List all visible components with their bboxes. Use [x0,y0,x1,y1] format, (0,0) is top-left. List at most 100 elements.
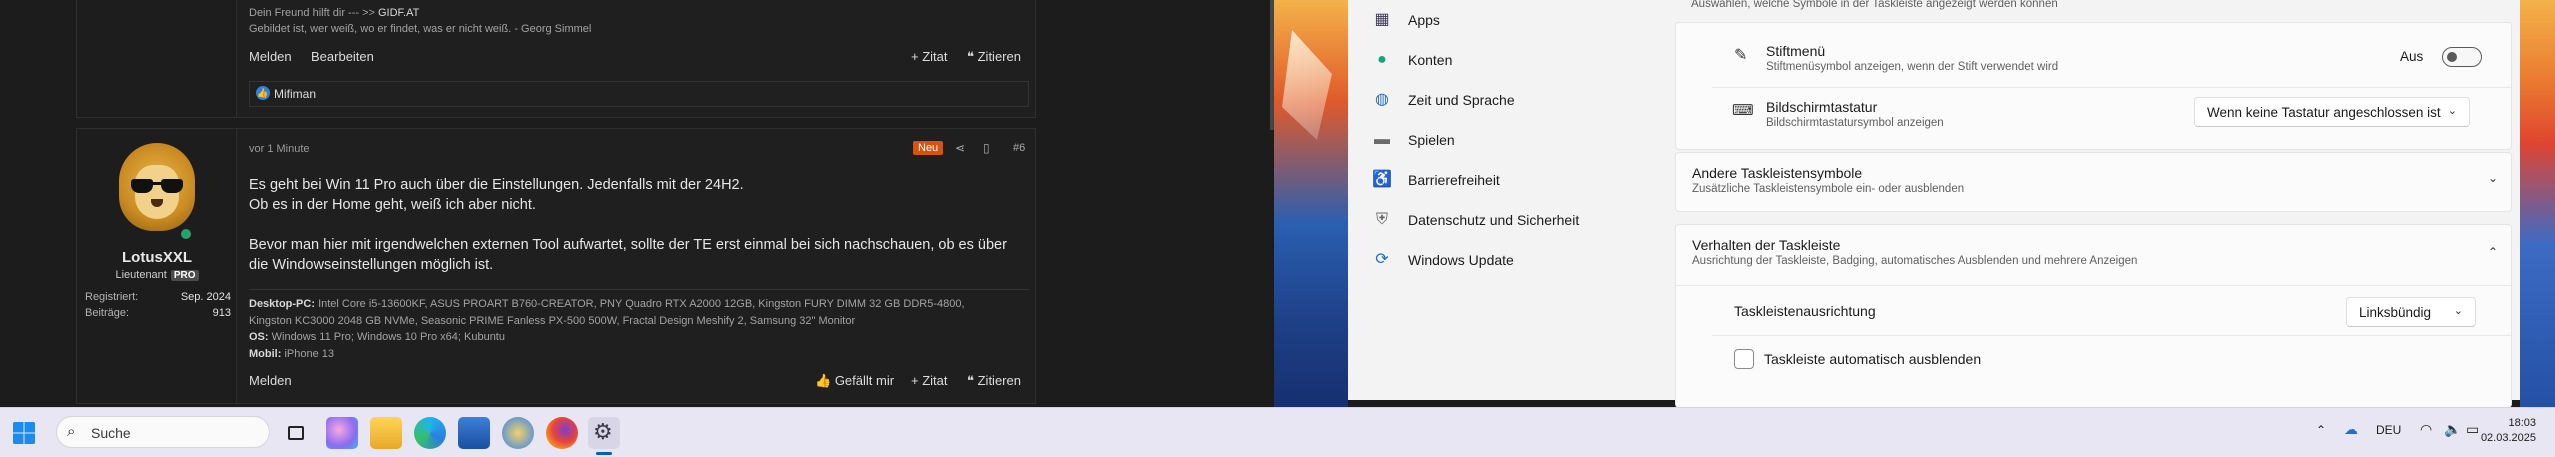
wifi-icon[interactable]: ◠ [2420,421,2432,438]
post-timestamp[interactable]: vor 1 Minute [249,143,310,155]
reaction-user[interactable]: Mifiman [274,87,316,101]
nav-item-time-language[interactable]: ◍ Zeit und Sprache [1372,86,1652,116]
edit-button[interactable]: Bearbeiten [311,49,374,64]
update-icon: ⟳ [1375,251,1389,268]
settings-app-icon[interactable]: ⚙ [588,417,620,449]
dropdown-value: Linksbündig [2359,305,2432,320]
cite-button[interactable]: ❝ Zitieren [967,49,1021,65]
clock[interactable]: 18:03 02.03.2025 [2476,416,2536,446]
sunglasses [131,179,183,193]
share-icon[interactable]: ⋖ [955,141,965,155]
signature-text: Dein Freund hilft dir --- >> [249,7,375,19]
clock-time: 18:03 [2508,417,2536,429]
cite-button[interactable]: ❝ Zitieren [967,373,1021,389]
signature-quote: Gebildet ist, wer weiß, wo er findet, wa… [249,23,592,35]
edge-icon[interactable] [414,417,446,449]
keyboard-icon: ⌨ [1732,102,1754,119]
section-hint: Auswählen, welche Symbole in der Tasklei… [1691,0,2058,10]
previous-post-author-column [77,0,237,117]
chevron-up-icon[interactable]: ⌃ [2316,423,2326,437]
author-name[interactable]: LotusXXL [77,249,237,266]
previous-post-signature: Dein Freund hilft dir --- >> GIDF.AT Geb… [249,5,591,37]
stat-value: Sep. 2024 [180,291,231,303]
volume-icon[interactable]: 🔈 [2444,421,2461,438]
store-icon[interactable] [458,417,490,449]
cite-icon: ❝ [967,49,978,64]
nav-label: Apps [1408,12,1440,28]
app-icon[interactable] [502,417,534,449]
nav-item-accounts[interactable]: ● Konten [1372,46,1652,76]
stat-label: Registriert: [85,291,139,303]
onedrive-icon[interactable]: ☁ [2344,421,2358,438]
globe-clock-icon: ◍ [1375,91,1389,108]
file-explorer-icon[interactable] [370,417,402,449]
cite-label: Zitieren [977,49,1021,64]
quote-button[interactable]: + Zitat [911,49,948,64]
bookmark-icon[interactable]: ▯ [983,141,990,155]
report-button[interactable]: Melden [249,49,292,64]
quote-button[interactable]: + Zitat [911,373,948,388]
forum-page: Dein Freund hilft dir --- >> GIDF.AT Geb… [0,0,1272,407]
other-icons-card[interactable]: Andere Taskleistensymbole Zusätzliche Ta… [1675,152,2512,212]
chevron-up-icon: ⌃ [2488,245,2499,259]
dropdown-value: Wenn keine Tastatur angeschlossen ist [2207,105,2441,120]
post-line: Bevor man hier mit irgendwelchen externe… [249,237,1007,253]
stat-label: Beiträge: [85,307,130,319]
nav-item-gaming[interactable]: ▬ Spielen [1372,126,1652,156]
nav-label: Barrierefreiheit [1408,172,1500,188]
firefox-icon[interactable] [546,417,578,449]
like-icon: 👍 [815,373,835,388]
like-label: Gefällt mir [834,373,895,388]
touch-keyboard-title: Bildschirmtastatur [1766,99,1878,115]
apps-icon: ▦ [1374,11,1390,28]
like-button[interactable]: 👍 Gefällt mir [815,373,894,389]
taskbar-behavior-header[interactable]: Verhalten der Taskleiste Ausrichtung der… [1676,225,2511,285]
author-rank: Lieutenant PRO [77,269,237,281]
taskbar-icons-card: ✎ Stiftmenü Stiftmenüsymbol anzeigen, we… [1675,22,2512,150]
sig-label: Mobil: [249,347,282,360]
pen-menu-toggle[interactable] [2442,47,2482,67]
desktop-wallpaper [1274,0,1348,407]
desktop-wallpaper-right [2520,0,2555,407]
nav-item-privacy[interactable]: ⛨ Datenschutz und Sicherheit [1372,206,1652,236]
pen-icon: ✎ [1734,47,1748,64]
gamepad-icon: ▬ [1374,131,1390,148]
nav-item-accessibility[interactable]: ♿ Barrierefreiheit [1372,166,1652,196]
pen-menu-title: Stiftmenü [1766,43,1826,59]
pen-menu-subtitle: Stiftmenüsymbol anzeigen, wenn der Stift… [1766,61,2059,73]
touch-keyboard-dropdown[interactable]: Wenn keine Tastatur angeschlossen ist ⌄ [2194,97,2470,127]
copilot-icon[interactable] [326,417,358,449]
account-icon: ● [1377,51,1387,68]
shield-icon: ⛨ [1375,211,1388,228]
autohide-label[interactable]: Taskleiste automatisch ausblenden [1764,351,1981,367]
alignment-dropdown[interactable]: Linksbündig ⌄ [2346,297,2476,327]
signature-link[interactable]: GIDF.AT [378,7,419,19]
sig-text: Kingston KC3000 2048 GB NVMe, Seasonic P… [249,314,856,327]
post-number[interactable]: #6 [1013,142,1025,154]
forum-post: LotusXXL Lieutenant PRO Registriert: Sep. … [76,128,1036,404]
sig-text: Windows 11 Pro; Windows 10 Pro x64; Kubu… [271,331,505,343]
screen: Dein Freund hilft dir --- >> GIDF.AT Geb… [0,0,2555,457]
pen-menu-state: Aus [2400,49,2424,64]
report-button[interactable]: Melden [249,373,292,388]
chevron-down-icon: ⌄ [2447,105,2457,117]
avatar[interactable] [115,143,199,243]
behavior-title: Verhalten der Taskleiste [1692,237,1841,253]
nav-label: Datenschutz und Sicherheit [1408,212,1580,228]
previous-post: Dein Freund hilft dir --- >> GIDF.AT Geb… [76,0,1036,118]
autohide-checkbox[interactable] [1734,349,1754,369]
other-icons-title: Andere Taskleistensymbole [1692,165,1863,181]
stat-posts: Beiträge: 913 [85,307,231,319]
nav-item-windows-update[interactable]: ⟳ Windows Update [1372,246,1652,276]
active-app-indicator [596,452,612,455]
reactions-bar[interactable]: 👍 Mifiman [249,81,1029,107]
taskbar-search[interactable]: ⌕ Suche [56,416,270,448]
windows-start-icon[interactable] [12,421,36,445]
post-signature: Desktop-PC: Intel Core i5-13600KF, ASUS … [249,289,1029,362]
nav-label: Zeit und Sprache [1408,92,1515,108]
task-view-icon[interactable] [280,417,312,449]
thumbs-up-icon: 👍 [256,86,270,100]
nav-item-apps[interactable]: ▦ Apps [1372,6,1652,36]
stat-value: 913 [212,307,231,319]
language-indicator[interactable]: DEU [2376,423,2401,437]
